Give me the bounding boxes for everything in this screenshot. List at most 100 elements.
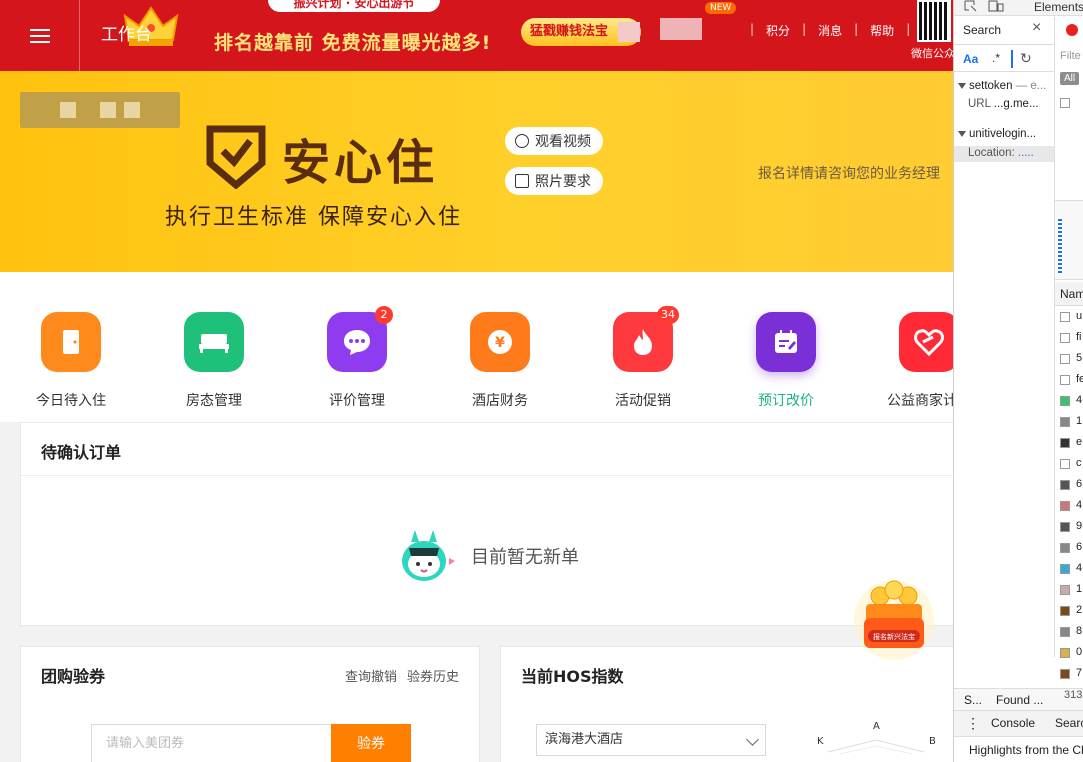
watch-video-button[interactable]: 观看视频 [505, 127, 603, 155]
request-row[interactable]: 4 [1076, 499, 1082, 511]
devtools-panel: Elements Search × Aa .* ↻ settoken — e..… [953, 0, 1083, 762]
quick-item-charity[interactable]: 公益商家计划 [874, 312, 953, 410]
messages-link[interactable]: 消息 [818, 22, 842, 39]
request-row[interactable]: 6 [1076, 541, 1082, 553]
points-link[interactable]: 积分 [766, 22, 790, 39]
request-type-icon [1060, 627, 1070, 637]
help-link[interactable]: 帮助 [870, 22, 894, 39]
quick-item-room-status[interactable]: 房态管理 [159, 312, 269, 410]
request-row[interactable]: 9 [1076, 520, 1082, 532]
search-drawer-tab[interactable]: Searc [1055, 716, 1083, 730]
radar-chart [827, 739, 925, 755]
chat-icon: 2 [327, 306, 393, 372]
quick-item-label: 酒店财务 [472, 393, 528, 409]
request-type-icon [1060, 438, 1070, 448]
request-type-icon [1060, 501, 1070, 511]
photo-requirements-button[interactable]: 照片要求 [505, 167, 603, 195]
search-result-line[interactable]: URL ...g.me... [968, 98, 1039, 110]
result-value: ..... [1017, 147, 1034, 159]
request-type-icon [1060, 543, 1070, 553]
verify-voucher-button[interactable]: 验券 [331, 724, 411, 762]
query-cancel-link[interactable]: 查询撤销 [345, 666, 397, 685]
promo-top-label[interactable]: 振兴计划 · 安心出游节 [268, 0, 440, 12]
group-voucher-title: 团购验券 [41, 667, 106, 686]
quick-item-finance[interactable]: ¥ 酒店财务 [445, 312, 555, 410]
quick-item-price-edit[interactable]: 预订改价 [731, 312, 841, 410]
search-input-cursor[interactable] [1011, 50, 1013, 68]
request-row[interactable]: 5 [1076, 352, 1082, 364]
brand-slogan: 执行卫生标准 保障安心入住 [165, 205, 462, 230]
all-filter-button[interactable]: All [1060, 72, 1080, 85]
flame-icon: 34 [613, 306, 679, 372]
anxinzhu-banner[interactable]: 安心住 执行卫生标准 保障安心入住 观看视频 照片要求 报名详情请咨询您的业务经… [0, 71, 953, 272]
voucher-input[interactable]: 请输入美团券 [91, 724, 331, 762]
search-result-file[interactable]: settoken — e... [958, 80, 1046, 92]
drawer-tabbar: ⋮ Console Searc [954, 710, 1083, 736]
request-row[interactable]: 1 [1076, 415, 1082, 427]
request-row[interactable]: 8 [1076, 625, 1082, 637]
voucher-history-link[interactable]: 验券历史 [407, 666, 459, 685]
request-row[interactable]: u [1076, 310, 1082, 322]
quick-item-label: 预订改价 [758, 393, 814, 409]
radar-label-a: A [873, 721, 880, 732]
quick-item-promotions[interactable]: 34 活动促销 [588, 306, 698, 410]
inspect-icon[interactable] [964, 0, 978, 12]
request-row[interactable]: fi [1076, 331, 1082, 343]
treasure-chest-icon[interactable]: 报名新兴法宝 [852, 578, 936, 662]
request-type-icon [1060, 417, 1070, 427]
blurred-account-name [660, 18, 702, 40]
request-row[interactable]: e [1076, 436, 1082, 448]
request-row[interactable]: c [1076, 457, 1082, 469]
match-case-toggle[interactable]: Aa [963, 52, 978, 66]
request-row[interactable]: 1 [1076, 583, 1082, 595]
network-filter-input[interactable]: Filte [1060, 50, 1081, 62]
status-found: Found ... [996, 693, 1044, 707]
elements-tab[interactable]: Elements [1034, 0, 1083, 14]
svg-text:¥: ¥ [495, 335, 505, 351]
empty-orders-text: 目前暂无新单 [471, 547, 579, 568]
close-icon[interactable]: × [1032, 19, 1041, 37]
console-tab[interactable]: Console [991, 716, 1035, 730]
quick-item-label: 今日待入住 [36, 393, 106, 409]
request-row[interactable]: 6 [1076, 478, 1082, 490]
search-result-file[interactable]: unitivelogin... [958, 128, 1036, 140]
menu-button[interactable] [0, 0, 80, 71]
drawer-content: Highlights from the Ch [954, 736, 1083, 762]
request-type-icon [1060, 564, 1070, 574]
result-suffix: — e... [1015, 80, 1047, 92]
hotel-select[interactable]: 滨海港大酒店 [536, 724, 766, 756]
highlights-text: Highlights from the Ch [969, 743, 1083, 757]
search-tab[interactable]: Search [963, 23, 1001, 37]
request-row[interactable]: 7 [1076, 667, 1082, 679]
workbench-label[interactable]: 工作台 [101, 20, 152, 45]
divider [21, 475, 953, 476]
request-row[interactable]: 0 [1076, 646, 1082, 658]
brand-title: 安心住 [282, 135, 439, 191]
regex-toggle[interactable]: .* [992, 51, 1000, 65]
refresh-icon[interactable]: ↻ [1020, 50, 1032, 67]
hotel-select-value: 滨海港大酒店 [545, 732, 624, 747]
quick-item-checkin[interactable]: 今日待入住 [16, 312, 126, 410]
hos-index-title: 当前HOS指数 [521, 667, 624, 686]
wechat-qr-code[interactable] [917, 0, 951, 42]
name-column-header[interactable]: Nam [1055, 282, 1083, 306]
checkbox[interactable] [1060, 98, 1070, 108]
search-result-line[interactable]: Location: ..... [968, 147, 1034, 159]
request-row[interactable]: 2 [1076, 604, 1082, 616]
request-type-icon [1060, 606, 1070, 616]
new-badge: NEW [705, 2, 737, 14]
record-icon[interactable] [1066, 24, 1078, 36]
separator: | [750, 22, 755, 36]
status-bar: S... Found ... 313 [954, 688, 1083, 710]
request-row[interactable]: fe [1076, 373, 1083, 385]
result-name: unitivelogin... [969, 128, 1037, 140]
request-row[interactable]: 4 [1076, 562, 1082, 574]
device-toggle-icon[interactable] [988, 0, 1004, 12]
drawer-menu-icon[interactable]: ⋮ [966, 715, 980, 732]
request-row[interactable]: 4 [1076, 394, 1082, 406]
reviews-badge: 2 [375, 306, 393, 324]
quick-item-reviews[interactable]: 2 评价管理 [302, 306, 412, 410]
search-tab-header: Search × [954, 17, 1054, 45]
request-type-icon [1060, 312, 1070, 322]
promo-headline[interactable]: 排名越靠前 免费流量曝光越多! [214, 28, 491, 55]
